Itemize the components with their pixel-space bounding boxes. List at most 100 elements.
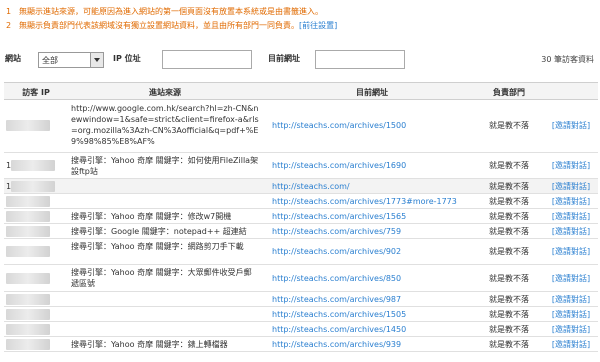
blurred-ip: [6, 294, 50, 305]
current-url-link[interactable]: http://steachs.com/archives/850: [272, 273, 472, 284]
filter-bar: 網站 全部 IP 位址 目前網址 30 筆訪客資料: [5, 50, 595, 70]
table-row: http://steachs.com/archives/1773#more-17…: [4, 194, 598, 209]
table-row: http://steachs.com/archives/987 就是教不落 [邀…: [4, 292, 598, 307]
ip-label: IP 位址: [113, 54, 141, 63]
url-label: 目前網址: [268, 54, 300, 63]
visitor-ip: [4, 226, 68, 237]
site-select[interactable]: 全部: [38, 52, 104, 68]
notes-panel: 1 無顯示進站來源，可能原因為進入網站的第一個頁面沒有放置本系統或是由書籤進入。 …: [6, 5, 596, 33]
note-text: 無顯示進站來源，可能原因為進入網站的第一個頁面沒有放置本系統或是由書籤進入。: [19, 7, 323, 16]
dept-cell: 就是教不落: [489, 197, 529, 206]
settings-link[interactable]: [前往設置]: [299, 21, 337, 30]
site-label: 網站: [5, 54, 21, 63]
blurred-ip: [6, 211, 50, 222]
table-row: 搜尋引擎：Yahoo 奇摩 關鍵字：大眾郵件收受戶郵遞區號 http://ste…: [4, 265, 598, 292]
blurred-ip: [6, 226, 50, 237]
current-url-link[interactable]: http://steachs.com/archives/939: [272, 339, 472, 350]
blurred-ip: [6, 120, 50, 131]
visitor-ip: [4, 294, 68, 305]
source-cell: 搜尋引擎：Yahoo 奇摩 關鍵字：如何使用FileZilla架設ftp站: [71, 156, 259, 176]
invite-chat-link[interactable]: [邀請對話]: [544, 339, 598, 350]
invite-chat-link[interactable]: [邀請對話]: [544, 181, 598, 192]
blurred-ip: [11, 160, 56, 171]
visitor-count: 30 筆訪客資料: [541, 55, 594, 64]
source-cell: 搜尋引擎：Google 關鍵字：notepad++ 超連結: [71, 227, 247, 236]
dept-cell: 就是教不落: [489, 121, 529, 130]
note-number: 2: [6, 21, 12, 30]
invite-chat-link[interactable]: [邀請對話]: [544, 160, 598, 171]
blurred-ip: [6, 273, 50, 284]
url-input[interactable]: [315, 50, 405, 69]
invite-chat-link[interactable]: [邀請對話]: [544, 120, 598, 131]
dept-cell: 就是教不落: [489, 247, 529, 256]
blurred-ip: [6, 196, 50, 207]
note-2: 2 無顯示負責部門代表該網域沒有獨立設置網站資料，並且由所有部門一同負責。[前往設…: [6, 19, 596, 33]
dept-cell: 就是教不落: [489, 310, 529, 319]
visitor-table: 訪客 IP 進站來源 目前網址 負責部門 http://www.google.c…: [4, 82, 598, 352]
header-dept: 負責部門: [493, 88, 525, 97]
current-url-link[interactable]: http://steachs.com/archives/1565: [272, 211, 472, 222]
table-row: 搜尋引擎：Yahoo 奇摩 關鍵字：錶上轉檔器 http://steachs.c…: [4, 337, 598, 352]
invite-chat-link[interactable]: [邀請對話]: [544, 226, 598, 237]
blurred-ip: [6, 324, 50, 335]
dept-cell: 就是教不落: [489, 161, 529, 170]
current-url-link[interactable]: http://steachs.com/archives/1450: [272, 324, 472, 335]
invite-chat-link[interactable]: [邀請對話]: [544, 294, 598, 305]
source-cell: 搜尋引擎：Yahoo 奇摩 關鍵字：大眾郵件收受戶郵遞區號: [71, 268, 252, 288]
dept-cell: 就是教不落: [489, 182, 529, 191]
note-1: 1 無顯示進站來源，可能原因為進入網站的第一個頁面沒有放置本系統或是由書籤進入。: [6, 5, 596, 19]
invite-chat-link[interactable]: [邀請對話]: [544, 273, 598, 284]
header-source: 進站來源: [149, 88, 181, 97]
dept-cell: 就是教不落: [489, 325, 529, 334]
visitor-ip: [4, 273, 68, 284]
visitor-ip: 1: [4, 181, 68, 192]
invite-chat-link[interactable]: [邀請對話]: [544, 196, 598, 207]
current-url-link[interactable]: http://steachs.com/archives/1505: [272, 309, 472, 320]
invite-chat-link[interactable]: [邀請對話]: [544, 324, 598, 335]
source-cell: 搜尋引擎：Yahoo 奇摩 關鍵字：錶上轉檔器: [71, 340, 228, 349]
dept-cell: 就是教不落: [489, 227, 529, 236]
dept-cell: 就是教不落: [489, 212, 529, 221]
table-header: 訪客 IP 進站來源 目前網址 負責部門: [4, 83, 598, 100]
dept-cell: 就是教不落: [489, 295, 529, 304]
site-select-value: 全部: [42, 56, 58, 65]
table-row: http://www.google.com.hk/search?hl=zh-CN…: [4, 100, 598, 153]
visitor-ip: [4, 324, 68, 335]
table-row: 搜尋引擎：Yahoo 奇摩 關鍵字：修改w7開機 http://steachs.…: [4, 209, 598, 224]
source-cell: 搜尋引擎：Yahoo 奇摩 關鍵字：網路剪刀手下載: [71, 242, 244, 251]
chevron-down-icon[interactable]: [90, 53, 103, 67]
source-cell: 搜尋引擎：Yahoo 奇摩 關鍵字：修改w7開機: [71, 212, 232, 221]
current-url-link[interactable]: http://steachs.com/archives/902: [272, 246, 472, 257]
note-number: 1: [6, 7, 12, 16]
dept-cell: 就是教不落: [489, 274, 529, 283]
blurred-ip: [6, 339, 50, 350]
visitor-ip: [4, 196, 68, 207]
current-url-link[interactable]: http://steachs.com/archives/1690: [272, 160, 472, 171]
visitor-ip: 1: [4, 160, 68, 171]
table-row: 搜尋引擎：Yahoo 奇摩 關鍵字：網路剪刀手下載 http://steachs…: [4, 239, 598, 265]
invite-chat-link[interactable]: [邀請對話]: [544, 246, 598, 257]
visitor-ip: [4, 120, 68, 131]
current-url-link[interactable]: http://steachs.com/archives/1500: [272, 120, 472, 131]
current-url-link[interactable]: http://steachs.com/: [272, 181, 472, 192]
visitor-ip: [4, 246, 68, 257]
table-row: 1 http://steachs.com/ 就是教不落 [邀請對話]: [4, 179, 598, 194]
table-row: 1 搜尋引擎：Yahoo 奇摩 關鍵字：如何使用FileZilla架設ftp站 …: [4, 153, 598, 179]
current-url-link[interactable]: http://steachs.com/archives/1773#more-17…: [272, 196, 472, 207]
visitor-ip: [4, 339, 68, 350]
note-text: 無顯示負責部門代表該網域沒有獨立設置網站資料，並且由所有部門一同負責。: [19, 21, 299, 30]
invite-chat-link[interactable]: [邀請對話]: [544, 211, 598, 222]
invite-chat-link[interactable]: [邀請對話]: [544, 309, 598, 320]
current-url-link[interactable]: http://steachs.com/archives/759: [272, 226, 472, 237]
table-row: http://steachs.com/archives/1505 就是教不落 […: [4, 307, 598, 322]
blurred-ip: [6, 246, 50, 257]
source-cell: http://www.google.com.hk/search?hl=zh-CN…: [71, 104, 259, 146]
current-url-link[interactable]: http://steachs.com/archives/987: [272, 294, 472, 305]
visitor-ip: [4, 211, 68, 222]
blurred-ip: [6, 309, 50, 320]
visitor-ip: [4, 309, 68, 320]
blurred-ip: [11, 181, 56, 192]
table-row: 搜尋引擎：Google 關鍵字：notepad++ 超連結 http://ste…: [4, 224, 598, 239]
dept-cell: 就是教不落: [489, 340, 529, 349]
ip-input[interactable]: [162, 50, 252, 69]
